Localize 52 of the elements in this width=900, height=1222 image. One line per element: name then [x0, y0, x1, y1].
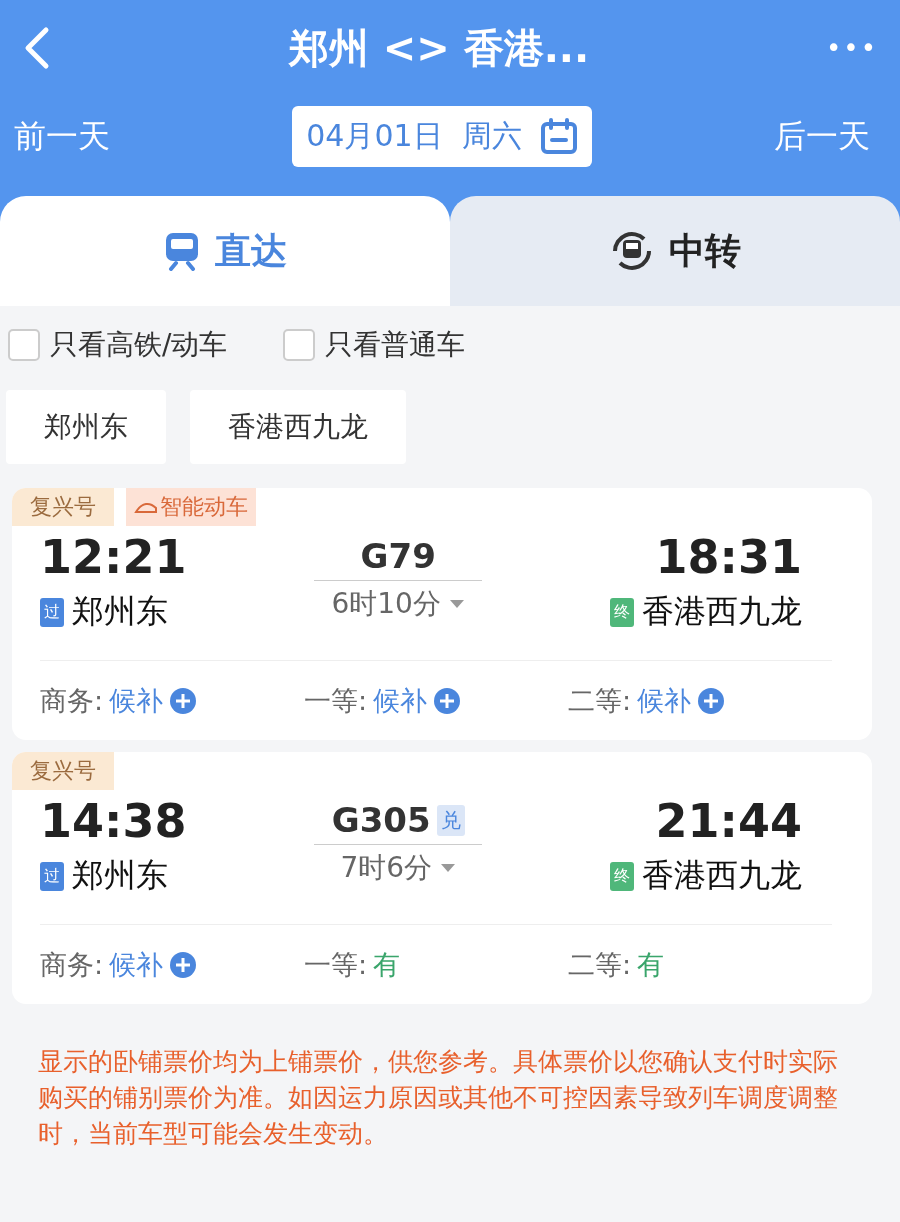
seat-class: 二等:	[568, 948, 632, 982]
date-picker[interactable]: 04月01日 周六	[292, 106, 592, 167]
pass-badge: 过	[40, 861, 64, 891]
add-icon[interactable]	[169, 951, 198, 979]
tab[interactable]: 中转	[450, 196, 900, 306]
exchange-badge: 兑	[436, 804, 465, 836]
train-icon	[163, 231, 201, 271]
dropdown-caret-icon	[448, 599, 465, 609]
seat-status: 候补	[109, 684, 164, 718]
arrival-time: 18:31	[655, 530, 802, 584]
filter-checkbox[interactable]: 只看高铁/动车	[8, 326, 228, 364]
pass-badge: 过	[40, 597, 64, 627]
arrival-station: 香港西九龙	[642, 591, 802, 632]
train-card[interactable]: 复兴号 智能动车 12:21 过 郑州东 G79 6时10分 18:31 终 香港西九龙 商务: 候补 一等: 候补 二等: 候补	[12, 488, 872, 740]
departure-station: 郑州东	[72, 591, 168, 632]
seat-class: 一等:	[304, 948, 368, 982]
arrival-time: 21:44	[655, 794, 802, 848]
departure-station: 郑州东	[72, 855, 168, 896]
notice-text: 显示的卧铺票价均为上铺票价，供您参考。具体票价以您确认支付时实际购买的铺别票价为准。如因运力原因或其他不可控因素导致列车调度调整时，当前车型可能会发生变动。	[38, 1046, 839, 1150]
seat-status: 有	[637, 948, 665, 982]
page-title: 郑州 <> 香港...	[288, 23, 590, 73]
train-number: G79	[360, 536, 436, 576]
seat-status: 候补	[637, 684, 692, 718]
bullet-train-icon	[134, 500, 158, 514]
station-filter-chip[interactable]: 香港西九龙	[190, 390, 406, 464]
calendar-icon	[539, 117, 578, 156]
dropdown-caret-icon	[440, 863, 457, 873]
tab[interactable]: 直达	[0, 196, 450, 306]
seat-class: 商务:	[40, 948, 104, 982]
add-icon[interactable]	[697, 687, 726, 715]
train-tag: 复兴号	[12, 752, 114, 790]
train-card[interactable]: 复兴号 14:38 过 郑州东 G305 兑 7时6分 21:44 终 香港西九龙 商务: 候补 一等: 有 二等: 有	[12, 752, 872, 1004]
terminus-badge: 终	[610, 861, 634, 891]
departure-time: 12:21	[40, 530, 187, 584]
add-icon[interactable]	[169, 687, 198, 715]
train-tag: 复兴号	[12, 488, 114, 526]
train-tag: 智能动车	[126, 488, 256, 526]
seat-status: 候补	[109, 948, 164, 982]
station-filter-chip[interactable]: 郑州东	[6, 390, 166, 464]
seat-status: 候补	[373, 684, 428, 718]
duration-toggle[interactable]: 6时10分	[331, 585, 465, 623]
seat-class: 一等:	[304, 684, 368, 718]
duration-toggle[interactable]: 7时6分	[340, 849, 457, 887]
arrival-station: 香港西九龙	[642, 855, 802, 896]
filter-checkbox[interactable]: 只看普通车	[283, 326, 466, 364]
terminus-badge: 终	[610, 597, 634, 627]
add-icon[interactable]	[433, 687, 462, 715]
seat-status: 有	[373, 948, 401, 982]
train-number: G305	[331, 800, 431, 840]
seat-class: 商务:	[40, 684, 104, 718]
departure-time: 14:38	[40, 794, 187, 848]
seat-class: 二等:	[568, 684, 632, 718]
